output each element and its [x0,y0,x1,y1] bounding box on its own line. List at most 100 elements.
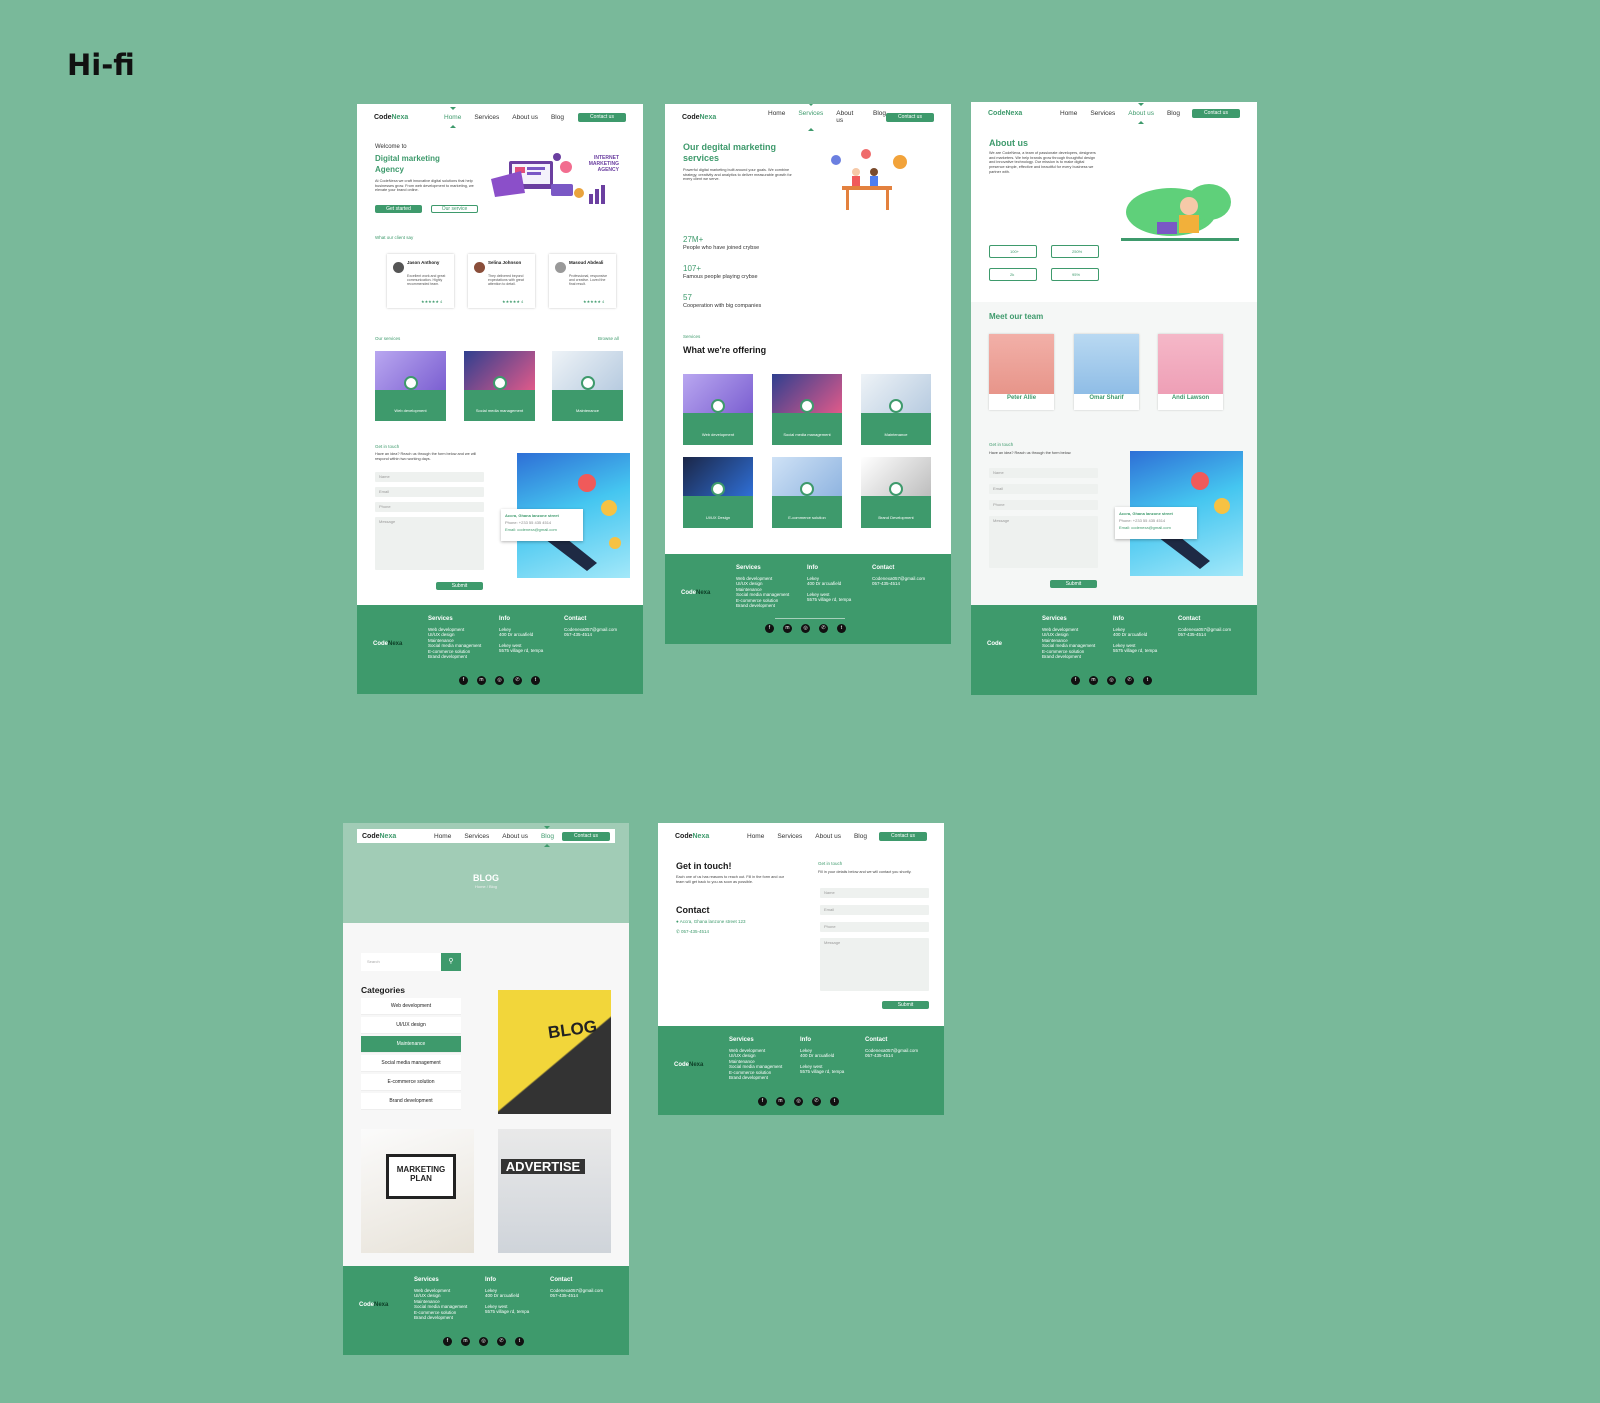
messenger-icon[interactable]: m [461,1337,470,1346]
instagram-icon[interactable]: ◎ [495,676,504,685]
nav-about[interactable]: About us [512,114,538,121]
footer-link[interactable]: Brand development [1042,654,1095,660]
messenger-icon[interactable]: m [776,1097,785,1106]
get-started-button[interactable]: Get started [375,205,422,213]
twitter-icon[interactable]: t [830,1097,839,1106]
category-item[interactable]: Web development [361,998,461,1015]
nav-services[interactable]: Services [474,114,499,121]
nav-blog[interactable]: Blog [873,110,886,124]
category-item[interactable]: Brand development [361,1093,461,1110]
browse-all-link[interactable]: Browse all [598,336,619,341]
nav-blog[interactable]: Blog [551,114,564,121]
phone-field[interactable]: Phone [820,922,929,932]
our-service-button[interactable]: Our service [431,205,478,213]
search-input[interactable]: Search [361,953,441,971]
service-card[interactable]: Brand Development [861,457,931,528]
instagram-icon[interactable]: ◎ [1107,676,1116,685]
service-card[interactable]: Social media management [772,374,842,445]
category-item[interactable]: E-commerce solution [361,1074,461,1091]
nav-services[interactable]: Services [1090,110,1115,117]
contact-us-button[interactable]: Contact us [886,112,934,122]
twitter-icon[interactable]: t [531,676,540,685]
name-field[interactable]: Name [989,468,1098,478]
logo[interactable]: CodeNexa [988,110,1046,117]
name-field[interactable]: Name [820,888,929,898]
contact-us-button[interactable]: Contact us [1192,108,1240,118]
logo[interactable]: CodeNexa [374,114,432,121]
footer-logo[interactable]: CodeNexa [681,590,710,596]
contact-us-button[interactable]: Contact us [562,831,610,841]
phone-field[interactable]: Phone [989,500,1098,510]
facebook-icon[interactable]: f [1071,676,1080,685]
footer-link[interactable]: Social media management [1042,643,1095,649]
nav-blog[interactable]: Blog [541,833,554,840]
contact-us-button[interactable]: Contact us [578,112,626,122]
submit-button[interactable]: Submit [436,582,483,590]
service-card[interactable]: Web development [683,374,753,445]
footer-link[interactable]: Social media management [729,1064,782,1070]
service-card[interactable]: E-commerce solution [772,457,842,528]
nav-home[interactable]: Home [444,114,461,121]
name-field[interactable]: Name [375,472,484,482]
category-item[interactable]: Maintenance [361,1036,461,1053]
service-card[interactable]: Maintenance [861,374,931,445]
instagram-icon[interactable]: ◎ [794,1097,803,1106]
facebook-icon[interactable]: f [758,1097,767,1106]
nav-blog[interactable]: Blog [1167,110,1180,117]
footer-logo[interactable]: CodeNexa [373,641,402,647]
submit-button[interactable]: Submit [882,1001,929,1009]
blog-post-image[interactable]: ADVERTISE [498,1129,611,1253]
contact-us-button[interactable]: Contact us [879,831,927,841]
footer-link[interactable]: Social media management [736,592,789,598]
footer-logo[interactable]: CodeNexa [674,1062,703,1068]
twitter-icon[interactable]: t [837,624,846,633]
messenger-icon[interactable]: m [477,676,486,685]
footer-link[interactable]: Brand development [414,1315,467,1321]
footer-logo[interactable]: CodeNexa [359,1302,388,1308]
facebook-icon[interactable]: f [765,624,774,633]
email-field[interactable]: Email [989,484,1098,494]
nav-about[interactable]: About us [502,833,528,840]
category-item[interactable]: UI/UX design [361,1017,461,1034]
instagram-icon[interactable]: ◎ [801,624,810,633]
message-field[interactable]: Message [989,516,1098,568]
nav-home[interactable]: Home [768,110,785,124]
footer-link[interactable]: Brand development [729,1075,782,1081]
category-item[interactable]: Social media management [361,1055,461,1072]
twitter-icon[interactable]: t [1143,676,1152,685]
nav-home[interactable]: Home [747,833,764,840]
facebook-icon[interactable]: f [459,676,468,685]
service-card[interactable]: UI/UX Design [683,457,753,528]
nav-home[interactable]: Home [1060,110,1077,117]
phone-field[interactable]: Phone [375,502,484,512]
logo[interactable]: CodeNexa [682,114,740,121]
whatsapp-icon[interactable]: ✆ [819,624,828,633]
footer-link[interactable]: Social media management [428,643,481,649]
nav-blog[interactable]: Blog [854,833,867,840]
nav-services[interactable]: Services [464,833,489,840]
messenger-icon[interactable]: m [1089,676,1098,685]
nav-about[interactable]: About us [815,833,841,840]
nav-about[interactable]: About us [1128,110,1154,117]
nav-services[interactable]: Services [798,110,823,124]
whatsapp-icon[interactable]: ✆ [812,1097,821,1106]
whatsapp-icon[interactable]: ✆ [497,1337,506,1346]
logo[interactable]: CodeNexa [362,833,420,840]
nav-home[interactable]: Home [434,833,451,840]
blog-post-image[interactable]: BLOG [498,990,611,1114]
nav-services[interactable]: Services [777,833,802,840]
footer-link[interactable]: Brand development [736,603,789,609]
message-field[interactable]: Message [820,938,929,991]
service-card[interactable]: Social media management [464,351,535,421]
nav-about[interactable]: About us [836,110,860,124]
facebook-icon[interactable]: f [443,1337,452,1346]
footer-link[interactable]: Brand development [428,654,481,660]
service-card[interactable]: Maintenance [552,351,623,421]
messenger-icon[interactable]: m [783,624,792,633]
footer-logo[interactable]: Code [987,641,1002,647]
footer-link[interactable]: Social media management [414,1304,467,1310]
submit-button[interactable]: Submit [1050,580,1097,588]
logo[interactable]: CodeNexa [675,833,733,840]
service-card[interactable]: Web development [375,351,446,421]
instagram-icon[interactable]: ◎ [479,1337,488,1346]
